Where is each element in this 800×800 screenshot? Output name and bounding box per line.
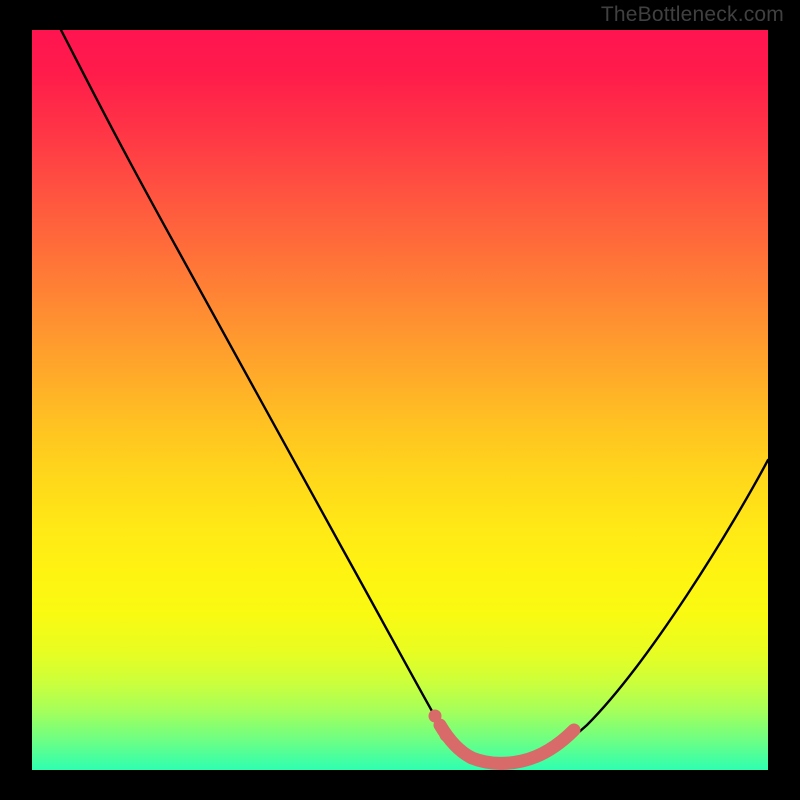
optimal-zone-dot xyxy=(429,710,442,723)
plot-area xyxy=(32,30,768,770)
bottleneck-curve-svg xyxy=(32,30,768,770)
watermark-text: TheBottleneck.com xyxy=(601,3,784,27)
bottleneck-curve xyxy=(61,30,768,764)
optimal-zone-highlight xyxy=(440,725,574,763)
optimal-zone-dot xyxy=(440,729,453,742)
chart-container: TheBottleneck.com xyxy=(0,0,800,800)
